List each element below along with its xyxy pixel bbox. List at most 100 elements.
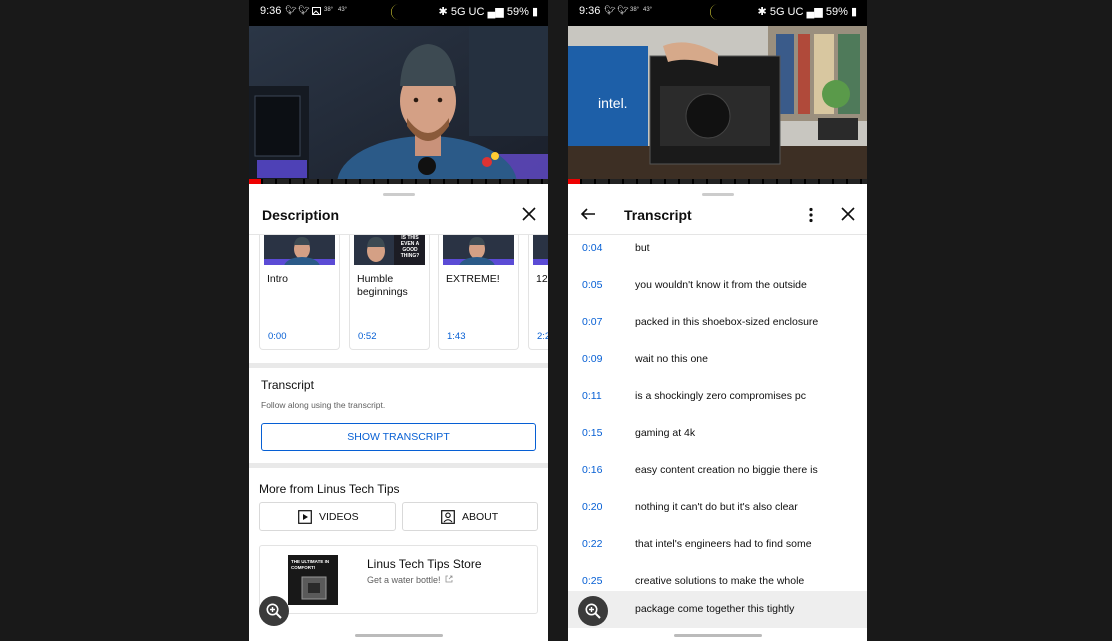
sheet-header: Transcript — [568, 186, 867, 235]
transcript-row[interactable]: 0:16 easy content creation no biggie ther… — [568, 452, 867, 489]
transcript-row[interactable]: 0:07 packed in this shoebox-sized enclosu… — [568, 304, 867, 341]
chapter-card[interactable]: 12 2:2 — [528, 235, 548, 350]
sheet-header: Description — [249, 186, 548, 235]
person-square-icon — [441, 510, 455, 524]
about-button[interactable]: ABOUT — [402, 502, 538, 531]
video-frame — [249, 26, 548, 184]
twitter-icon: 🐦︎ — [285, 5, 297, 15]
transcript-timestamp: 0:20 — [582, 501, 603, 513]
chapter-title: EXTREME! — [446, 273, 500, 285]
transcript-row[interactable]: 0:22 that intel's engineers had to find s… — [568, 526, 867, 563]
status-network: 5G UC — [450, 6, 485, 18]
chapter-time: 2:2 — [537, 331, 548, 342]
transcript-text: creative solutions to make the whole — [635, 575, 805, 587]
chapter-carousel[interactable]: Intro 0:00 IS THIS EVEN A GOOD THING? Hu… — [249, 235, 548, 353]
transcript-section-sub: Follow along using the transcript. — [261, 400, 386, 410]
store-card[interactable]: THE ULTIMATE IN COMFORT! Linus Tech Tips… — [259, 545, 538, 614]
transcript-timestamp: 0:09 — [582, 353, 603, 365]
status-battery: 59% — [506, 6, 529, 18]
close-icon[interactable] — [521, 206, 537, 222]
more-from-title: More from Linus Tech Tips — [259, 482, 400, 496]
chapter-title: Intro — [267, 273, 289, 285]
gesture-bar — [673, 634, 762, 637]
image-icon — [312, 7, 321, 15]
show-transcript-button[interactable]: SHOW TRANSCRIPT — [261, 423, 536, 451]
back-arrow-icon[interactable] — [580, 206, 596, 222]
status-bar: 9:36 🐦︎ 🐦︎ 38° 43° ✱ 5G UC ▄▆ 59% ▮ — [568, 0, 867, 26]
transcript-text: gaming at 4k — [635, 427, 696, 439]
battery-icon: ▮ — [531, 6, 538, 18]
moon-icon — [391, 4, 399, 20]
transcript-row[interactable]: 0:11 is a shockingly zero compromises pc — [568, 378, 867, 415]
transcript-text: but — [635, 242, 650, 254]
gesture-bar — [354, 634, 443, 637]
store-thumb-text: THE ULTIMATE IN COMFORT! — [291, 559, 330, 570]
twitter-icon: 🐦︎ — [298, 5, 310, 15]
video-player[interactable]: intel. — [568, 26, 867, 184]
status-time: 9:36 — [579, 5, 601, 17]
battery-icon: ▮ — [850, 6, 857, 18]
twitter-icon: 🐦︎ — [617, 5, 629, 15]
video-player[interactable] — [249, 26, 548, 184]
transcript-text: is a shockingly zero compromises pc — [635, 390, 806, 402]
chapter-thumbnail: IS THIS EVEN A GOOD THING? — [354, 235, 425, 265]
video-progress[interactable] — [568, 179, 867, 184]
videos-label: VIDEOS — [319, 511, 359, 523]
chapter-title: 12 — [536, 273, 548, 285]
status-time: 9:36 — [260, 5, 282, 17]
transcript-timestamp: 0:15 — [582, 427, 603, 439]
chapter-time: 1:43 — [447, 331, 466, 342]
transcript-timestamp: 0:25 — [582, 575, 603, 587]
transcript-section-title: Transcript — [261, 378, 314, 392]
more-vert-icon[interactable] — [808, 207, 814, 223]
transcript-text: package come together this tightly — [635, 603, 795, 615]
chapter-card[interactable]: Intro 0:00 — [259, 235, 340, 350]
transcript-sheet: Transcript 0:04 but 0:05 you wouldn't know… — [568, 186, 867, 641]
zoom-button[interactable] — [259, 596, 289, 626]
status-battery: 59% — [825, 6, 848, 18]
play-square-icon — [298, 510, 312, 524]
chapter-thumbnail — [443, 235, 514, 265]
transcript-timestamp: 0:16 — [582, 464, 603, 476]
store-name: Linus Tech Tips Store — [367, 557, 482, 571]
video-progress[interactable] — [249, 179, 548, 184]
description-sheet: Description Intro 0:00 IS THIS EVEN A GO… — [249, 186, 548, 641]
signal-icon: ▄▆ — [487, 6, 504, 18]
transcript-text: easy content creation no biggie there is — [635, 464, 818, 476]
phone-right: 9:36 🐦︎ 🐦︎ 38° 43° ✱ 5G UC ▄▆ 59% ▮ inte… — [568, 0, 867, 641]
transcript-text: nothing it can't do but it's also clear — [635, 501, 798, 513]
zoom-in-icon — [266, 603, 282, 619]
transcript-row[interactable]: 0:09 wait no this one — [568, 341, 867, 378]
transcript-text: you wouldn't know it from the outside — [635, 279, 807, 291]
store-thumbnail: THE ULTIMATE IN COMFORT! — [288, 555, 338, 605]
chapter-title: Humble beginnings — [357, 273, 408, 298]
videos-button[interactable]: VIDEOS — [259, 502, 396, 531]
transcript-text: that intel's engineers had to find some — [635, 538, 812, 550]
zoom-button[interactable] — [578, 596, 608, 626]
transcript-row-active[interactable]: package come together this tightly — [568, 591, 867, 628]
transcript-row[interactable]: 0:04 but — [568, 230, 867, 267]
chapter-card[interactable]: EXTREME! 1:43 — [438, 235, 519, 350]
chapter-thumbnail — [264, 235, 335, 265]
video-frame: intel. — [568, 26, 867, 184]
status-temp: 43° — [338, 7, 348, 13]
close-icon[interactable] — [840, 206, 856, 222]
status-temp: 38° — [324, 7, 334, 13]
transcript-timestamp: 0:05 — [582, 279, 603, 291]
transcript-row[interactable]: 0:05 you wouldn't know it from the outsid… — [568, 267, 867, 304]
transcript-row[interactable]: 0:15 gaming at 4k — [568, 415, 867, 452]
zoom-in-icon — [585, 603, 601, 619]
chapter-time: 0:52 — [358, 331, 377, 342]
about-label: ABOUT — [462, 511, 499, 523]
sheet-title: Transcript — [624, 207, 692, 223]
transcript-timestamp: 0:11 — [582, 390, 602, 402]
divider — [249, 463, 548, 468]
sheet-title: Description — [262, 207, 340, 223]
twitter-icon: 🐦︎ — [604, 5, 616, 15]
status-temp: 38° — [630, 7, 640, 13]
chapter-card[interactable]: IS THIS EVEN A GOOD THING? Humble beginn… — [349, 235, 430, 350]
status-right: ✱ 5G UC ▄▆ 59% ▮ — [758, 5, 857, 18]
chapter-thumb-text: IS THIS EVEN A GOOD THING? — [400, 235, 420, 259]
transcript-row[interactable]: 0:20 nothing it can't do but it's also cl… — [568, 489, 867, 526]
transcript-text: wait no this one — [635, 353, 708, 365]
